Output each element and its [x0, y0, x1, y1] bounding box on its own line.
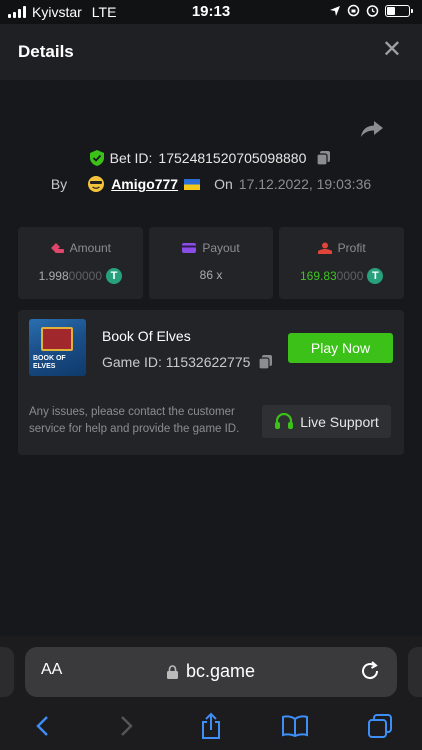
- game-thumbnail-text: BOOK OF ELVES: [33, 355, 66, 370]
- amount-label: Amount: [69, 241, 112, 255]
- profit-value-row: 169.830000 T: [279, 268, 404, 284]
- user-avatar-emoji-icon: [88, 176, 105, 192]
- on-label: On: [214, 176, 233, 192]
- book-icon: [41, 327, 73, 351]
- close-icon[interactable]: ✕: [382, 38, 402, 62]
- copy-icon[interactable]: [316, 150, 332, 166]
- profit-label-row: Profit: [279, 241, 404, 255]
- ukraine-flag-icon: [184, 178, 201, 190]
- game-name: Book Of Elves: [102, 328, 191, 344]
- bet-date: 17.12.2022, 19:03:36: [238, 176, 372, 192]
- support-note: Any issues, please contact the customer …: [29, 406, 240, 435]
- live-support-label: Live Support: [300, 413, 379, 430]
- profit-value: 169.830000: [300, 269, 363, 283]
- details-header: Details ✕: [0, 24, 422, 80]
- live-support-button[interactable]: Live Support: [262, 405, 391, 438]
- bookmarks-icon[interactable]: [281, 712, 309, 740]
- payout-label: Payout: [202, 241, 240, 255]
- amount-label-row: Amount: [18, 241, 143, 255]
- profit-value-main: 169.83: [299, 269, 337, 283]
- url-display[interactable]: bc.game: [25, 661, 397, 682]
- amount-card: Amount 1.99800000 T: [18, 227, 143, 299]
- amount-value-main: 1.998: [38, 269, 69, 283]
- browser-chrome: AA bc.game: [0, 636, 422, 750]
- amount-icon: [50, 243, 64, 253]
- address-bar[interactable]: AA bc.game: [25, 647, 397, 697]
- payout-value: 86 x: [199, 268, 223, 282]
- share-icon[interactable]: [360, 118, 384, 140]
- amount-value-row: 1.99800000 T: [18, 268, 143, 284]
- profit-value-dim: 0000: [336, 269, 364, 283]
- play-now-button[interactable]: Play Now: [288, 333, 393, 363]
- page-title: Details: [18, 42, 74, 61]
- tabs-icon[interactable]: [366, 712, 394, 740]
- profit-label: Profit: [337, 241, 366, 255]
- next-tab-preview[interactable]: [408, 647, 422, 697]
- battery-icon: [385, 4, 413, 17]
- amount-value-dim: 00000: [68, 269, 103, 283]
- share-sheet-icon[interactable]: [197, 712, 225, 740]
- url-domain: bc.game: [185, 661, 256, 681]
- payout-icon: [182, 243, 197, 253]
- payout-card: Payout 86 x: [148, 227, 274, 299]
- profit-icon: [317, 242, 332, 254]
- bet-stats: Amount 1.99800000 T Payout 86 x Profit 1…: [18, 227, 405, 299]
- headset-icon: [275, 412, 294, 429]
- user-link[interactable]: Amigo777: [111, 176, 178, 192]
- alarm-icon: [366, 5, 379, 17]
- bet-id-value: 1752481520705098880: [158, 150, 307, 166]
- game-card: BOOK OF ELVES Book Of Elves Game ID: 115…: [18, 310, 404, 455]
- verified-shield-icon: [89, 150, 104, 166]
- lock-icon: [166, 664, 178, 679]
- profit-card: Profit 169.830000 T: [279, 227, 405, 299]
- game-id-value: 11532622775: [165, 354, 251, 370]
- game-id-label: Game ID:: [102, 354, 162, 370]
- location-icon: [330, 5, 340, 16]
- status-icons: [329, 4, 413, 17]
- bet-id-label: Bet ID:: [109, 150, 153, 166]
- by-label: By: [50, 176, 68, 192]
- bet-id-row: Bet ID: 1752481520705098880: [0, 150, 422, 166]
- ios-status-bar: Kyivstar LTE 19:13: [0, 0, 422, 24]
- usdt-icon: T: [367, 268, 384, 284]
- payout-label-row: Payout: [149, 241, 274, 255]
- back-icon[interactable]: [28, 712, 56, 740]
- by-row: By Amigo777 On 17.12.2022, 19:03:36: [0, 175, 422, 193]
- reload-icon[interactable]: [359, 660, 381, 682]
- amount-value: 1.99800000: [39, 269, 102, 283]
- orientation-lock-icon: [347, 4, 360, 17]
- browser-toolbar: [0, 708, 422, 744]
- copy-icon[interactable]: [258, 354, 274, 370]
- game-id-row: Game ID: 11532622775: [102, 354, 274, 370]
- game-thumbnail[interactable]: BOOK OF ELVES: [29, 319, 86, 376]
- previous-tab-preview[interactable]: [0, 647, 14, 697]
- forward-icon[interactable]: [113, 712, 141, 740]
- usdt-icon: T: [106, 268, 123, 284]
